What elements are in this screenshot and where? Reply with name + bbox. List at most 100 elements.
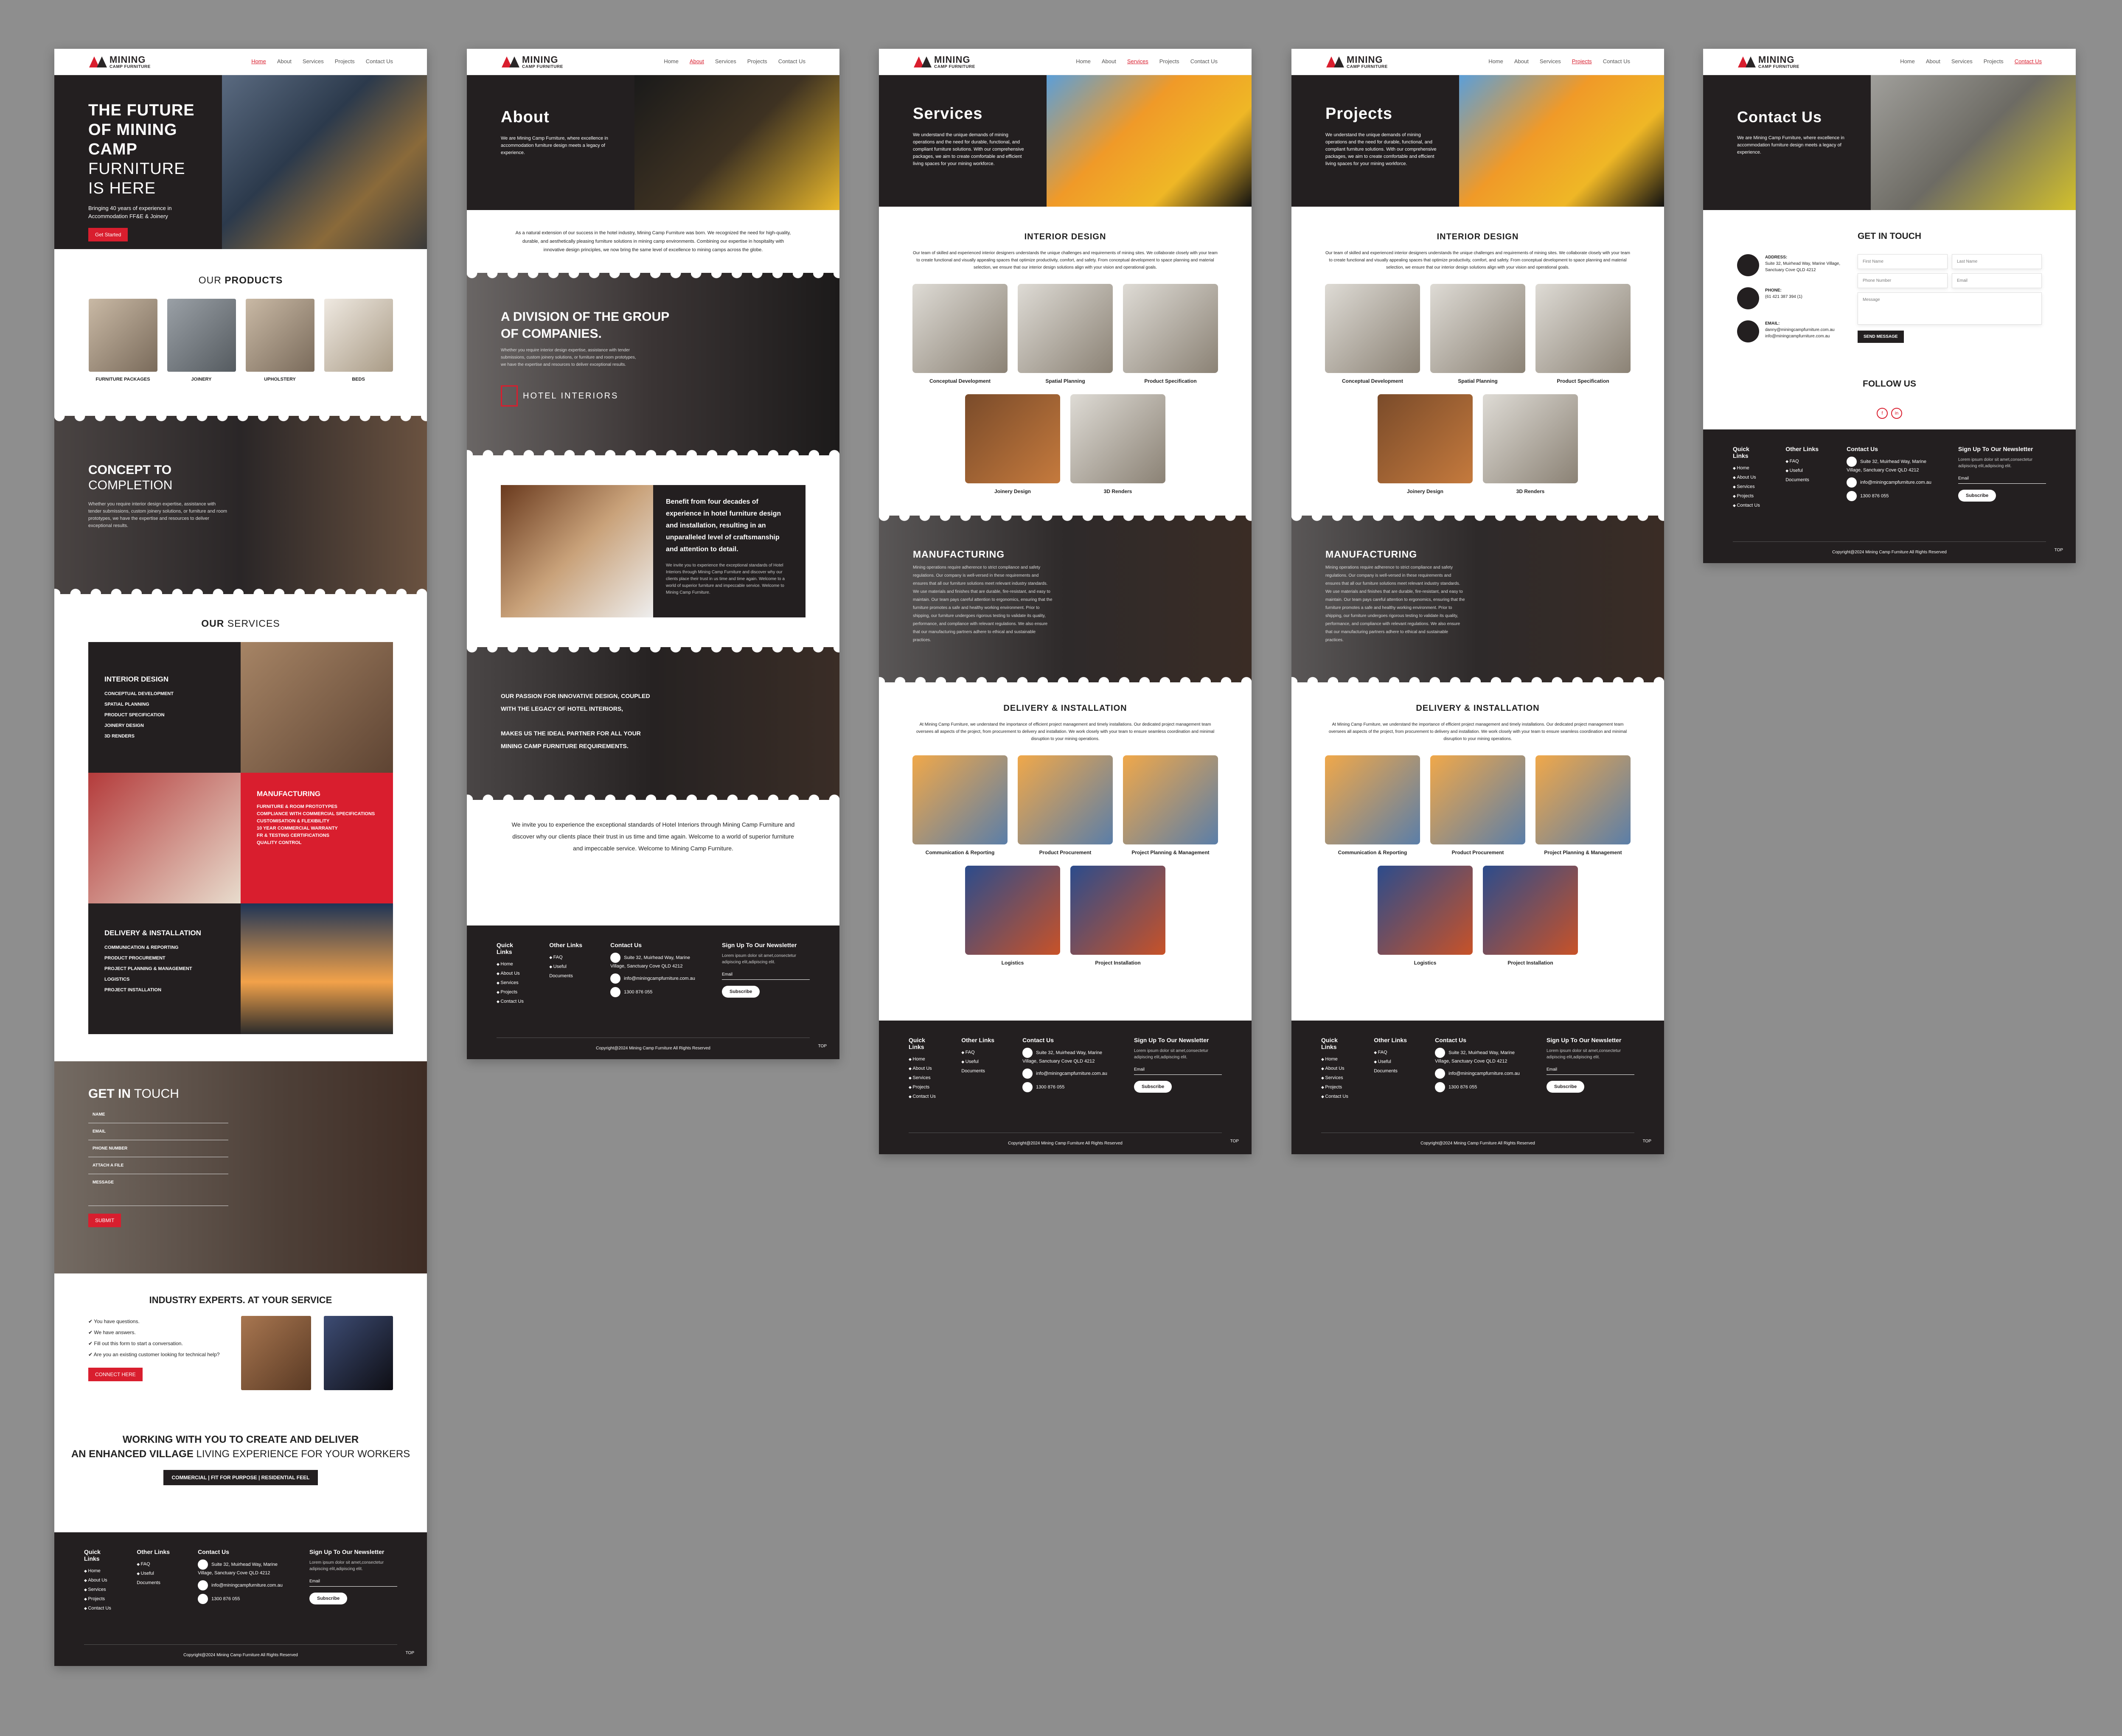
footer-link[interactable]: Services: [1733, 482, 1766, 491]
nav-home[interactable]: Home: [251, 58, 266, 65]
footer-link[interactable]: Contact Us: [1321, 1092, 1354, 1101]
footer-link[interactable]: Services: [497, 978, 530, 987]
nav-contact[interactable]: Contact Us: [778, 58, 806, 65]
get-started-button[interactable]: Get Started: [88, 228, 128, 241]
phone-field[interactable]: PHONE NUMBER: [88, 1140, 228, 1157]
newsletter-email-input[interactable]: Email: [722, 968, 810, 980]
nav-about[interactable]: About: [1514, 58, 1529, 65]
footer-link[interactable]: Useful Documents: [549, 962, 591, 981]
delivery-card[interactable]: Project Installation: [1483, 866, 1578, 966]
interior-card[interactable]: 3D Renders: [1483, 394, 1578, 494]
nav-projects[interactable]: Projects: [1984, 58, 2004, 65]
footer-link[interactable]: Useful Documents: [961, 1057, 1003, 1076]
footer-link[interactable]: Services: [909, 1073, 942, 1083]
subscribe-button[interactable]: Subscribe: [1134, 1081, 1172, 1093]
footer-link[interactable]: Contact Us: [909, 1092, 942, 1101]
nav-contact[interactable]: Contact Us: [366, 58, 393, 65]
interior-card[interactable]: Conceptual Development: [912, 284, 1008, 384]
footer-link[interactable]: FAQ: [137, 1559, 178, 1569]
delivery-card[interactable]: Project Installation: [1070, 866, 1165, 966]
product-card[interactable]: FURNITURE PACKAGES: [88, 299, 157, 382]
logo[interactable]: MINING CAMP FURNITURE: [1737, 54, 1799, 70]
email-input[interactable]: Email: [1952, 273, 2042, 288]
delivery-card[interactable]: Communication & Reporting: [1325, 755, 1420, 855]
footer-link[interactable]: Home: [1321, 1055, 1354, 1064]
footer-link[interactable]: Useful Documents: [1785, 466, 1827, 485]
last-name-input[interactable]: Last Name: [1952, 254, 2042, 269]
nav-projects[interactable]: Projects: [1159, 58, 1179, 65]
back-to-top[interactable]: TOP: [1230, 1139, 1239, 1144]
back-to-top[interactable]: TOP: [818, 1044, 827, 1049]
nav-services[interactable]: Services: [1951, 58, 1973, 65]
footer-link[interactable]: Projects: [1733, 491, 1766, 501]
subscribe-button[interactable]: Subscribe: [722, 986, 760, 998]
nav-about[interactable]: About: [277, 58, 292, 65]
interior-card[interactable]: Joinery Design: [965, 394, 1060, 494]
newsletter-email-input[interactable]: Email: [309, 1575, 398, 1587]
nav-contact[interactable]: Contact Us: [1190, 58, 1218, 65]
nav-home[interactable]: Home: [1076, 58, 1091, 65]
name-field[interactable]: NAME: [88, 1106, 228, 1123]
message-field[interactable]: MESSAGE: [88, 1174, 228, 1206]
footer-link[interactable]: Projects: [84, 1594, 117, 1604]
first-name-input[interactable]: First Name: [1858, 254, 1948, 269]
footer-link[interactable]: About Us: [497, 969, 530, 978]
delivery-card[interactable]: Project Planning & Management: [1535, 755, 1631, 855]
nav-about[interactable]: About: [1102, 58, 1116, 65]
nav-projects[interactable]: Projects: [1572, 58, 1592, 65]
delivery-card[interactable]: Communication & Reporting: [912, 755, 1008, 855]
footer-link[interactable]: Home: [497, 959, 530, 969]
subscribe-button[interactable]: Subscribe: [1547, 1081, 1585, 1093]
nav-contact[interactable]: Contact Us: [2015, 58, 2042, 65]
email-field[interactable]: EMAIL: [88, 1123, 228, 1140]
newsletter-email-input[interactable]: Email: [1958, 472, 2046, 484]
subscribe-button[interactable]: Subscribe: [1958, 490, 1996, 502]
interior-card[interactable]: Spatial Planning: [1430, 284, 1525, 384]
footer-link[interactable]: Useful Documents: [1374, 1057, 1415, 1076]
submit-button[interactable]: SUBMIT: [88, 1214, 121, 1227]
interior-card[interactable]: 3D Renders: [1070, 394, 1165, 494]
send-message-button[interactable]: SEND MESSAGE: [1858, 331, 1904, 343]
interior-card[interactable]: Product Specification: [1123, 284, 1218, 384]
nav-services[interactable]: Services: [303, 58, 324, 65]
nav-about[interactable]: About: [690, 58, 704, 65]
phone-input[interactable]: Phone Number: [1858, 273, 1948, 288]
nav-about[interactable]: About: [1926, 58, 1940, 65]
footer-link[interactable]: Contact Us: [497, 997, 530, 1006]
logo[interactable]: MINING CAMP FURNITURE: [1325, 54, 1388, 70]
footer-link[interactable]: Projects: [1321, 1083, 1354, 1092]
product-card[interactable]: BEDS: [324, 299, 393, 382]
delivery-card[interactable]: Product Procurement: [1430, 755, 1525, 855]
nav-contact[interactable]: Contact Us: [1603, 58, 1630, 65]
newsletter-email-input[interactable]: Email: [1134, 1063, 1222, 1075]
message-input[interactable]: Message: [1858, 292, 2042, 325]
footer-link[interactable]: About Us: [1733, 473, 1766, 482]
footer-link[interactable]: Contact Us: [84, 1604, 117, 1613]
delivery-card[interactable]: Project Planning & Management: [1123, 755, 1218, 855]
back-to-top[interactable]: TOP: [1643, 1139, 1651, 1144]
service-delivery-card[interactable]: DELIVERY & INSTALLATION COMMUNICATION & …: [88, 903, 241, 1034]
back-to-top[interactable]: TOP: [2055, 548, 2063, 552]
interior-card[interactable]: Product Specification: [1535, 284, 1631, 384]
attach-file-field[interactable]: ATTACH A FILE: [88, 1157, 228, 1174]
footer-link[interactable]: Services: [84, 1585, 117, 1594]
service-manufacturing-card[interactable]: MANUFACTURING FURNITURE & ROOM PROTOTYPE…: [241, 773, 393, 903]
footer-link[interactable]: Projects: [497, 987, 530, 997]
footer-link[interactable]: FAQ: [549, 953, 591, 962]
nav-home[interactable]: Home: [1900, 58, 1915, 65]
footer-link[interactable]: About Us: [1321, 1064, 1354, 1073]
interior-card[interactable]: Joinery Design: [1378, 394, 1473, 494]
nav-home[interactable]: Home: [664, 58, 679, 65]
delivery-card[interactable]: Logistics: [1378, 866, 1473, 966]
nav-projects[interactable]: Projects: [747, 58, 767, 65]
newsletter-email-input[interactable]: Email: [1547, 1063, 1635, 1075]
back-to-top[interactable]: TOP: [406, 1651, 414, 1655]
product-card[interactable]: JOINERY: [167, 299, 236, 382]
logo[interactable]: MINING CAMP FURNITURE: [913, 54, 975, 70]
footer-link[interactable]: FAQ: [1374, 1048, 1415, 1057]
logo[interactable]: MINING CAMP FURNITURE: [88, 54, 151, 70]
footer-link[interactable]: FAQ: [1785, 457, 1827, 466]
product-card[interactable]: UPHOLSTERY: [245, 299, 314, 382]
interior-card[interactable]: Spatial Planning: [1018, 284, 1113, 384]
footer-link[interactable]: Home: [84, 1566, 117, 1576]
